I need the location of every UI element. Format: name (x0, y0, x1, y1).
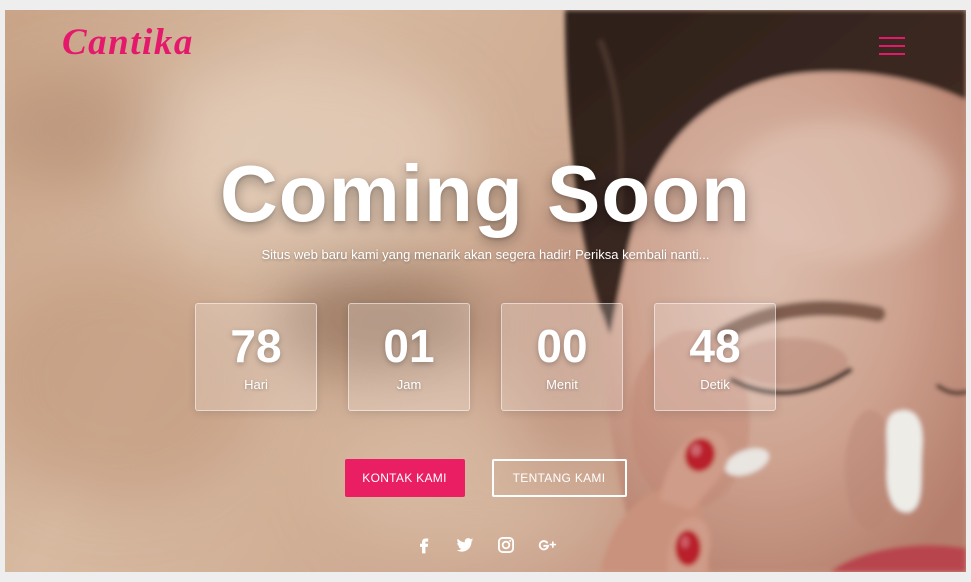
countdown-hours: 01 Jam (348, 303, 470, 411)
countdown-hours-value: 01 (383, 320, 435, 372)
countdown-minutes: 00 Menit (501, 303, 623, 411)
contact-button[interactable]: KONTAK KAMI (344, 459, 465, 497)
hamburger-menu-icon[interactable] (879, 36, 905, 56)
menu-line (879, 53, 905, 55)
page-subtitle: Situs web baru kami yang menarik akan se… (261, 247, 710, 262)
instagram-link[interactable] (496, 535, 516, 555)
twitter-icon (456, 538, 474, 552)
countdown-hours-label: Jam (396, 377, 422, 392)
countdown-days: 78 Hari (195, 303, 317, 411)
hero-section: Cantika Coming Soon Situs web baru kami … (5, 10, 966, 572)
countdown-minutes-label: Menit (546, 377, 578, 392)
google-plus-link[interactable] (537, 535, 557, 555)
about-button[interactable]: TENTANG KAMI (491, 459, 627, 497)
social-links (5, 535, 966, 555)
facebook-icon (420, 538, 429, 554)
logo[interactable]: Cantika (62, 21, 194, 65)
menu-line (879, 45, 905, 47)
countdown-seconds-value: 48 (689, 320, 741, 372)
countdown-days-value: 78 (230, 320, 282, 372)
countdown-seconds-label: Detik (700, 377, 730, 392)
twitter-link[interactable] (455, 535, 475, 555)
instagram-icon (498, 537, 514, 553)
countdown-timer: 78 Hari 01 Jam 00 Menit 48 Detik (5, 303, 966, 411)
menu-line (879, 37, 905, 39)
countdown-minutes-value: 00 (536, 320, 588, 372)
countdown-days-label: Hari (244, 377, 268, 392)
countdown-seconds: 48 Detik (654, 303, 776, 411)
google-plus-icon (538, 540, 557, 551)
page-title: Coming Soon (220, 149, 751, 238)
facebook-link[interactable] (414, 535, 434, 555)
cta-buttons: KONTAK KAMI TENTANG KAMI (5, 459, 966, 497)
